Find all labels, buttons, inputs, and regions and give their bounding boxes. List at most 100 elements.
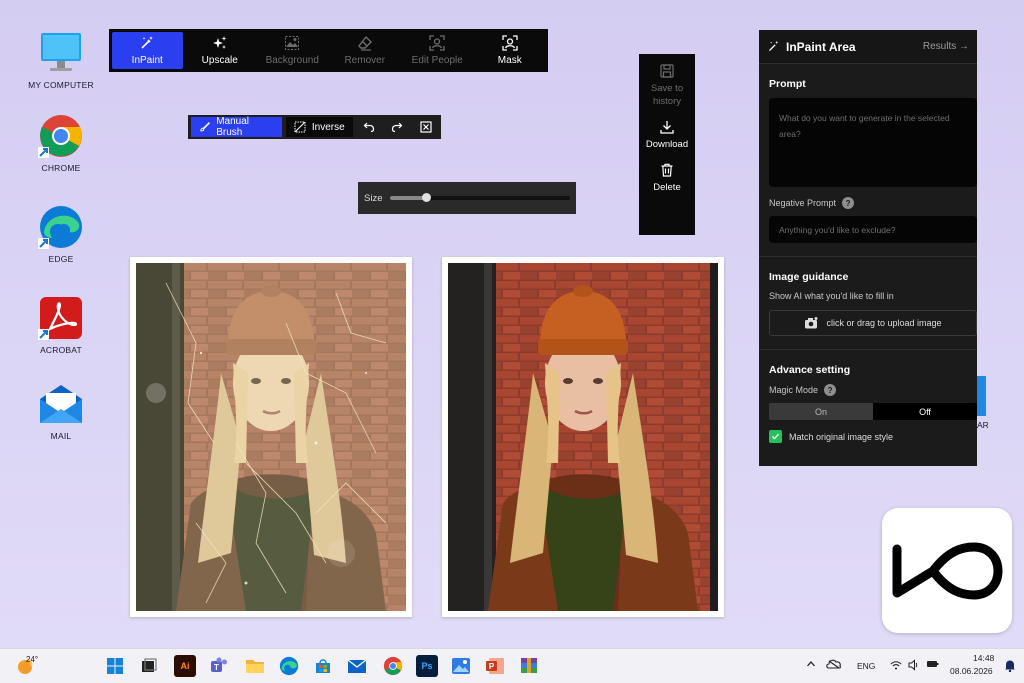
- partial-desktop-icon-label: AR: [977, 420, 989, 430]
- desktop-icon-my-computer[interactable]: MY COMPUTER: [21, 30, 101, 90]
- panel-header: InPaint Area Results →: [759, 30, 977, 64]
- background-icon: [285, 36, 300, 50]
- winrar-icon[interactable]: [518, 655, 540, 677]
- tool-label: Remover: [344, 55, 386, 66]
- save-label: Save to history: [650, 83, 684, 107]
- undo-button[interactable]: [357, 117, 381, 137]
- clock-time[interactable]: 14:48: [973, 653, 994, 663]
- bell-icon: [1005, 660, 1015, 673]
- start-button[interactable]: [104, 655, 126, 677]
- tool-remover-button[interactable]: Remover: [330, 32, 401, 69]
- chevron-up-icon: [807, 661, 815, 667]
- store-icon[interactable]: [312, 655, 334, 677]
- desktop-icon-edge[interactable]: EDGE: [21, 204, 101, 264]
- match-style-checkbox[interactable]: [769, 430, 782, 443]
- taskbar-mail-icon[interactable]: [346, 655, 368, 677]
- download-icon: [660, 121, 674, 134]
- tool-upscale-button[interactable]: Upscale: [185, 32, 256, 69]
- eraser-icon: [357, 35, 372, 51]
- acrobat-icon: [38, 295, 84, 341]
- photoshop-icon[interactable]: Ps: [416, 655, 438, 677]
- match-style-checkbox-row[interactable]: Match original image style: [769, 430, 977, 443]
- taskbar-task-view[interactable]: [138, 655, 160, 677]
- inpaint-panel: InPaint Area Results → Prompt What do yo…: [759, 30, 977, 466]
- powerpoint-icon[interactable]: P: [484, 655, 506, 677]
- file-explorer-icon[interactable]: [244, 655, 266, 677]
- volume-icon[interactable]: [908, 659, 920, 673]
- onedrive-icon[interactable]: [826, 658, 842, 672]
- result-photo: [442, 257, 724, 617]
- battery-icon[interactable]: [926, 658, 940, 672]
- help-icon[interactable]: ?: [824, 384, 837, 396]
- mask-icon: [502, 35, 518, 51]
- checkmark-icon: [772, 433, 780, 440]
- person-frame-icon: [429, 35, 445, 51]
- taskbar-edge-icon[interactable]: [278, 655, 300, 677]
- notification-icon[interactable]: [1004, 659, 1016, 674]
- redo-button[interactable]: [385, 117, 409, 137]
- chrome-icon: [38, 113, 84, 159]
- desktop-icon-chrome[interactable]: CHROME: [21, 113, 101, 173]
- language-indicator[interactable]: ENG: [857, 661, 875, 671]
- prompt-title: Prompt: [769, 78, 806, 90]
- upload-image-button[interactable]: click or drag to upload image: [769, 310, 977, 336]
- show-hidden-icons[interactable]: [806, 659, 816, 671]
- illustrator-icon[interactable]: Ai: [174, 655, 196, 677]
- size-slider-handle[interactable]: [422, 193, 432, 202]
- tool-mask-button[interactable]: Mask: [475, 32, 546, 69]
- wifi-icon[interactable]: [890, 659, 902, 673]
- tool-inpaint-button[interactable]: InPaint: [112, 32, 183, 69]
- negative-prompt-input[interactable]: Anything you'd like to exclude?: [769, 216, 977, 243]
- infinity-logo-icon: [892, 542, 1003, 599]
- close-box-icon: [420, 121, 432, 133]
- tool-label: Background: [265, 55, 319, 66]
- magic-wand-icon: [141, 36, 154, 49]
- original-photo-image[interactable]: [136, 263, 406, 611]
- size-slider[interactable]: [390, 193, 570, 202]
- magic-mode-label: Magic Mode ?: [769, 384, 967, 396]
- inverse-button[interactable]: Inverse: [285, 117, 353, 137]
- svg-text:T: T: [214, 663, 219, 672]
- tool-label: Upscale: [201, 55, 238, 66]
- save-to-history-button[interactable]: Save to history: [647, 64, 687, 108]
- magic-mode-off-option[interactable]: Off: [873, 403, 977, 420]
- mail-icon: [38, 381, 84, 427]
- app-logo: [882, 508, 1012, 633]
- monitor-icon: [38, 30, 84, 76]
- help-icon[interactable]: ?: [842, 197, 855, 209]
- desktop-icon-label: EDGE: [48, 254, 74, 264]
- results-link[interactable]: Results →: [923, 41, 969, 52]
- undo-icon: [363, 122, 375, 133]
- delete-button[interactable]: Delete: [653, 163, 681, 194]
- download-button[interactable]: Download: [646, 120, 688, 151]
- size-label: Size: [364, 192, 383, 204]
- result-photo-image[interactable]: [448, 263, 718, 611]
- tool-edit-people-button[interactable]: Edit People: [402, 32, 473, 69]
- prompt-textarea[interactable]: What do you want to generate in the sele…: [769, 98, 977, 187]
- clear-button[interactable]: [414, 117, 438, 137]
- magic-mode-on-option[interactable]: On: [769, 403, 873, 420]
- image-guidance-title: Image guidance: [769, 271, 849, 283]
- tool-background-button[interactable]: Background: [257, 32, 328, 69]
- save-icon: [660, 64, 674, 78]
- negative-prompt-label: Negative Prompt ?: [769, 197, 967, 209]
- desktop-icon-acrobat[interactable]: ACROBAT: [21, 295, 101, 355]
- size-slider-bar: Size: [358, 182, 576, 214]
- panel-title-text: InPaint Area: [786, 39, 856, 54]
- manual-brush-button[interactable]: Manual Brush: [191, 116, 282, 138]
- tool-label: Mask: [497, 55, 522, 66]
- side-actions-panel: Save to history Download Delete: [639, 54, 695, 235]
- tool-toolbar: InPaint Upscale Background Remover Edit …: [109, 29, 548, 72]
- tool-label: Edit People: [411, 55, 463, 66]
- divider: [759, 349, 977, 350]
- partial-desktop-icon[interactable]: [976, 376, 986, 416]
- teams-icon[interactable]: T: [208, 655, 230, 677]
- desktop-icon-mail[interactable]: MAIL: [21, 381, 101, 441]
- magic-wand-icon: [768, 40, 779, 52]
- taskbar: 24° Ai T Ps P ENG 14:48 08.06.2026: [0, 648, 1024, 683]
- taskbar-chrome-icon[interactable]: [382, 655, 404, 677]
- photos-icon[interactable]: [450, 655, 472, 677]
- clock-date[interactable]: 08.06.2026: [950, 666, 993, 676]
- negative-prompt-label-text: Negative Prompt: [769, 198, 837, 208]
- task-view-icon: [142, 658, 157, 672]
